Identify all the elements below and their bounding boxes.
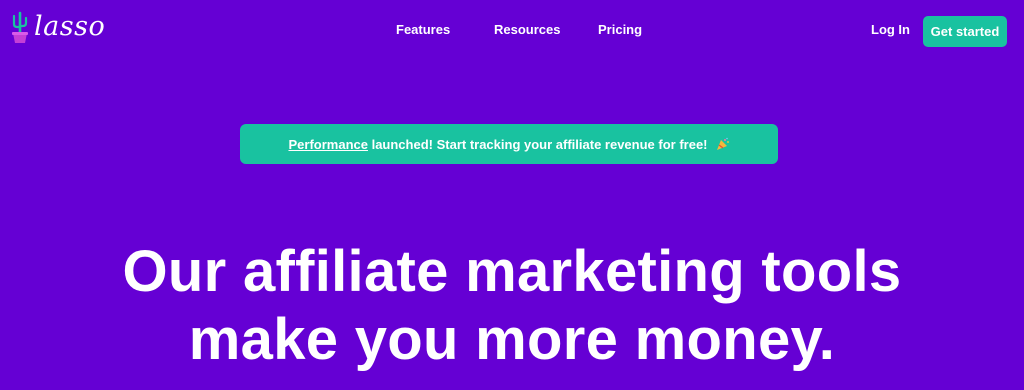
announcement-banner: Performance launched! Start tracking you… xyxy=(240,124,778,164)
top-navigation: lasso Features Resources Pricing Log In … xyxy=(0,0,1024,62)
hero-headline-line-1: Our affiliate marketing tools xyxy=(122,239,902,304)
hero-headline: Our affiliate marketing tools make you m… xyxy=(0,238,1024,374)
performance-link[interactable]: Performance xyxy=(288,137,367,152)
banner-text: launched! Start tracking your affiliate … xyxy=(367,136,708,152)
party-popper-icon xyxy=(716,137,730,151)
nav-link-resources[interactable]: Resources xyxy=(494,22,560,37)
nav-link-pricing[interactable]: Pricing xyxy=(598,22,642,37)
get-started-button[interactable]: Get started xyxy=(923,16,1007,47)
nav-link-features[interactable]: Features xyxy=(396,22,450,37)
hero-headline-line-2: make you more money. xyxy=(188,307,836,372)
login-link[interactable]: Log In xyxy=(871,22,910,37)
